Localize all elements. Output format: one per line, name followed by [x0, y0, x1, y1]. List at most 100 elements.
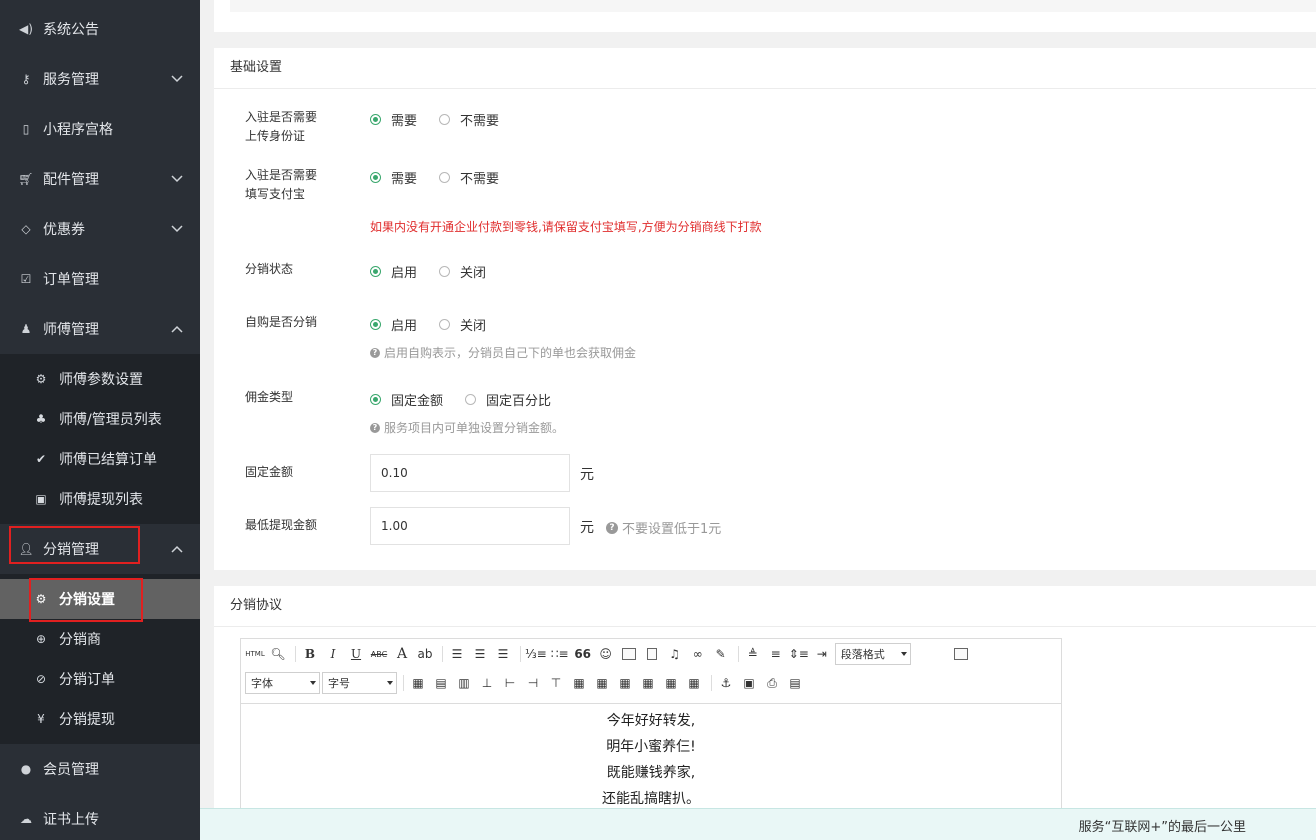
underline-button[interactable]: U: [346, 644, 366, 664]
radio-need[interactable]: 需要: [370, 168, 417, 187]
row-spacing-icon[interactable]: ⇕≡: [789, 644, 809, 664]
split-cells-icon[interactable]: ▦: [615, 673, 635, 693]
sidebar-item-distribution[interactable]: 👤︎ 分销管理: [0, 524, 200, 574]
merge-right-icon[interactable]: ▦: [569, 673, 589, 693]
image-icon[interactable]: [619, 644, 639, 664]
radio-label: 不需要: [460, 172, 500, 187]
radio-disable[interactable]: 关闭: [439, 262, 486, 281]
paste-icon[interactable]: ▤: [785, 673, 805, 693]
sidebar-item-parts[interactable]: 🛒︎ 配件管理: [0, 154, 200, 204]
sidebar-item-label: 师傅已结算订单: [59, 452, 157, 468]
min-withdraw-input[interactable]: [370, 507, 570, 545]
radio-label: 关闭: [460, 319, 487, 334]
align-right-icon[interactable]: ☰: [493, 644, 513, 664]
radio-fixed-amount[interactable]: 固定金额: [370, 390, 443, 409]
bold-button[interactable]: B: [300, 644, 320, 664]
radio-enable[interactable]: 启用: [370, 262, 417, 281]
align-center-icon[interactable]: ☰: [470, 644, 490, 664]
html-source-button[interactable]: HTML: [245, 644, 265, 664]
sidebar-item-members[interactable]: ● 会员管理: [0, 744, 200, 794]
print-icon[interactable]: ⎙: [762, 673, 782, 693]
sidebar-sub-master-list[interactable]: ♣ 师傅/管理员列表: [0, 399, 200, 439]
quote-button[interactable]: 66: [573, 644, 593, 664]
fixed-amount-label: 固定金额: [245, 465, 294, 479]
label-line: 上传身份证: [245, 129, 306, 143]
delete-col-icon[interactable]: ⊣: [523, 673, 543, 693]
sidebar-item-coupon[interactable]: ◇ 优惠券: [0, 204, 200, 254]
help-text: 服务项目内可单独设置分销金额。: [384, 421, 565, 435]
paragraph-format-select[interactable]: 段落格式: [834, 643, 911, 665]
sidebar-item-label: 小程序宫格: [43, 122, 113, 138]
insert-row-icon[interactable]: ▥: [454, 673, 474, 693]
fixed-amount-unit: 元: [580, 467, 594, 483]
cart-icon: 🛒︎: [18, 172, 34, 186]
fixed-amount-input[interactable]: [370, 454, 570, 492]
merge-down-icon[interactable]: ▦: [592, 673, 612, 693]
insert-col-icon[interactable]: ⊢: [500, 673, 520, 693]
anchor-icon[interactable]: ⚓: [716, 673, 736, 693]
editor-content[interactable]: 今年好好转发, 明年小蜜养仨! 既能赚钱养家, 还能乱搞瞎扒。: [241, 703, 1061, 812]
table-props-icon[interactable]: ▤: [431, 673, 451, 693]
commission-help: ? 服务项目内可单独设置分销金额。: [370, 419, 564, 436]
align-left-icon[interactable]: ☰: [447, 644, 467, 664]
code-icon[interactable]: ▣: [739, 673, 759, 693]
fullscreen-icon[interactable]: [951, 644, 971, 664]
link-icon[interactable]: ∞: [688, 644, 708, 664]
preview-icon[interactable]: 🔍︎: [268, 644, 288, 664]
sidebar-item-announcement[interactable]: ◀) 系统公告: [0, 4, 200, 54]
split-rows-icon[interactable]: ▦: [638, 673, 658, 693]
radio-disable[interactable]: 关闭: [439, 315, 486, 334]
sidebar-item-miniprogram-grid[interactable]: ▯ 小程序宫格: [0, 104, 200, 154]
split-cols-icon[interactable]: ▦: [661, 673, 681, 693]
sidebar-sub-dist-orders[interactable]: ⊘ 分销订单: [0, 659, 200, 699]
check-circle-icon: ✔: [35, 452, 47, 466]
min-withdraw-unit: 元: [580, 520, 594, 536]
highlight-color-icon[interactable]: ab: [415, 644, 435, 664]
content-line: 明年小蜜养仨!: [606, 739, 696, 755]
sidebar-sub-dist-withdraw[interactable]: ¥ 分销提现: [0, 699, 200, 739]
table-width-icon[interactable]: ▦: [684, 673, 704, 693]
unordered-list-icon[interactable]: ∷≡: [550, 644, 570, 664]
eraser-icon[interactable]: ✎: [711, 644, 731, 664]
emoji-icon[interactable]: ☺: [596, 644, 616, 664]
basic-settings-panel: 基础设置 入驻是否需要 上传身份证 需要 不需要 入驻是否需要 填写支付宝 需要…: [214, 48, 1316, 570]
radio-need[interactable]: 需要: [370, 110, 417, 129]
commission-radio-group: 固定金额 固定百分比: [370, 390, 573, 409]
radio-fixed-percent[interactable]: 固定百分比: [465, 390, 551, 409]
delete-row-icon[interactable]: ⊥: [477, 673, 497, 693]
radio-label: 不需要: [460, 114, 500, 129]
sidebar-item-label: 分销商: [59, 632, 101, 648]
indent-icon[interactable]: ⇥: [812, 644, 832, 664]
user-tie-icon: ♟: [20, 322, 32, 336]
min-withdraw-help: ? 不要设置低于1元: [606, 518, 721, 537]
sidebar-sub-master-settled[interactable]: ✔ 师傅已结算订单: [0, 439, 200, 479]
select-value: 字号: [328, 677, 350, 690]
sidebar-item-master[interactable]: ♟ 师傅管理: [0, 304, 200, 354]
sidebar-item-service[interactable]: ⚷ 服务管理: [0, 54, 200, 104]
italic-button[interactable]: I: [323, 644, 343, 664]
sidebar-sub-dist-settings[interactable]: ⚙ 分销设置: [0, 579, 200, 619]
strikethrough-button[interactable]: ABC: [369, 644, 389, 664]
min-withdraw-label: 最低提现金额: [245, 518, 318, 532]
ordered-list-icon[interactable]: ⅓≡: [525, 644, 547, 664]
select-value: 段落格式: [840, 648, 885, 661]
insert-table-icon[interactable]: ▦: [408, 673, 428, 693]
font-size-select[interactable]: 字号: [322, 672, 397, 694]
radio-no-need[interactable]: 不需要: [439, 168, 499, 187]
top-panel: [214, 0, 1316, 32]
sidebar-sub-master-withdraw[interactable]: ▣ 师傅提现列表: [0, 479, 200, 519]
font-family-select[interactable]: 字体: [245, 672, 320, 694]
sidebar-item-cert-upload[interactable]: ☁ 证书上传: [0, 794, 200, 840]
paragraph-spacing-icon[interactable]: ≡: [766, 644, 786, 664]
line-height-icon[interactable]: ≜: [743, 644, 763, 664]
merge-cells-icon[interactable]: ⊤: [546, 673, 566, 693]
sidebar-item-orders[interactable]: ☑ 订单管理: [0, 254, 200, 304]
sidebar-sub-distributors[interactable]: ⊕ 分销商: [0, 619, 200, 659]
radio-no-need[interactable]: 不需要: [439, 110, 499, 129]
video-icon[interactable]: [642, 644, 662, 664]
sidebar-sub-master-params[interactable]: ⚙ 师傅参数设置: [0, 359, 200, 399]
font-color-button[interactable]: A: [392, 644, 412, 664]
label-line: 入驻是否需要: [245, 168, 318, 182]
radio-enable[interactable]: 启用: [370, 315, 417, 334]
music-icon[interactable]: ♫: [665, 644, 685, 664]
